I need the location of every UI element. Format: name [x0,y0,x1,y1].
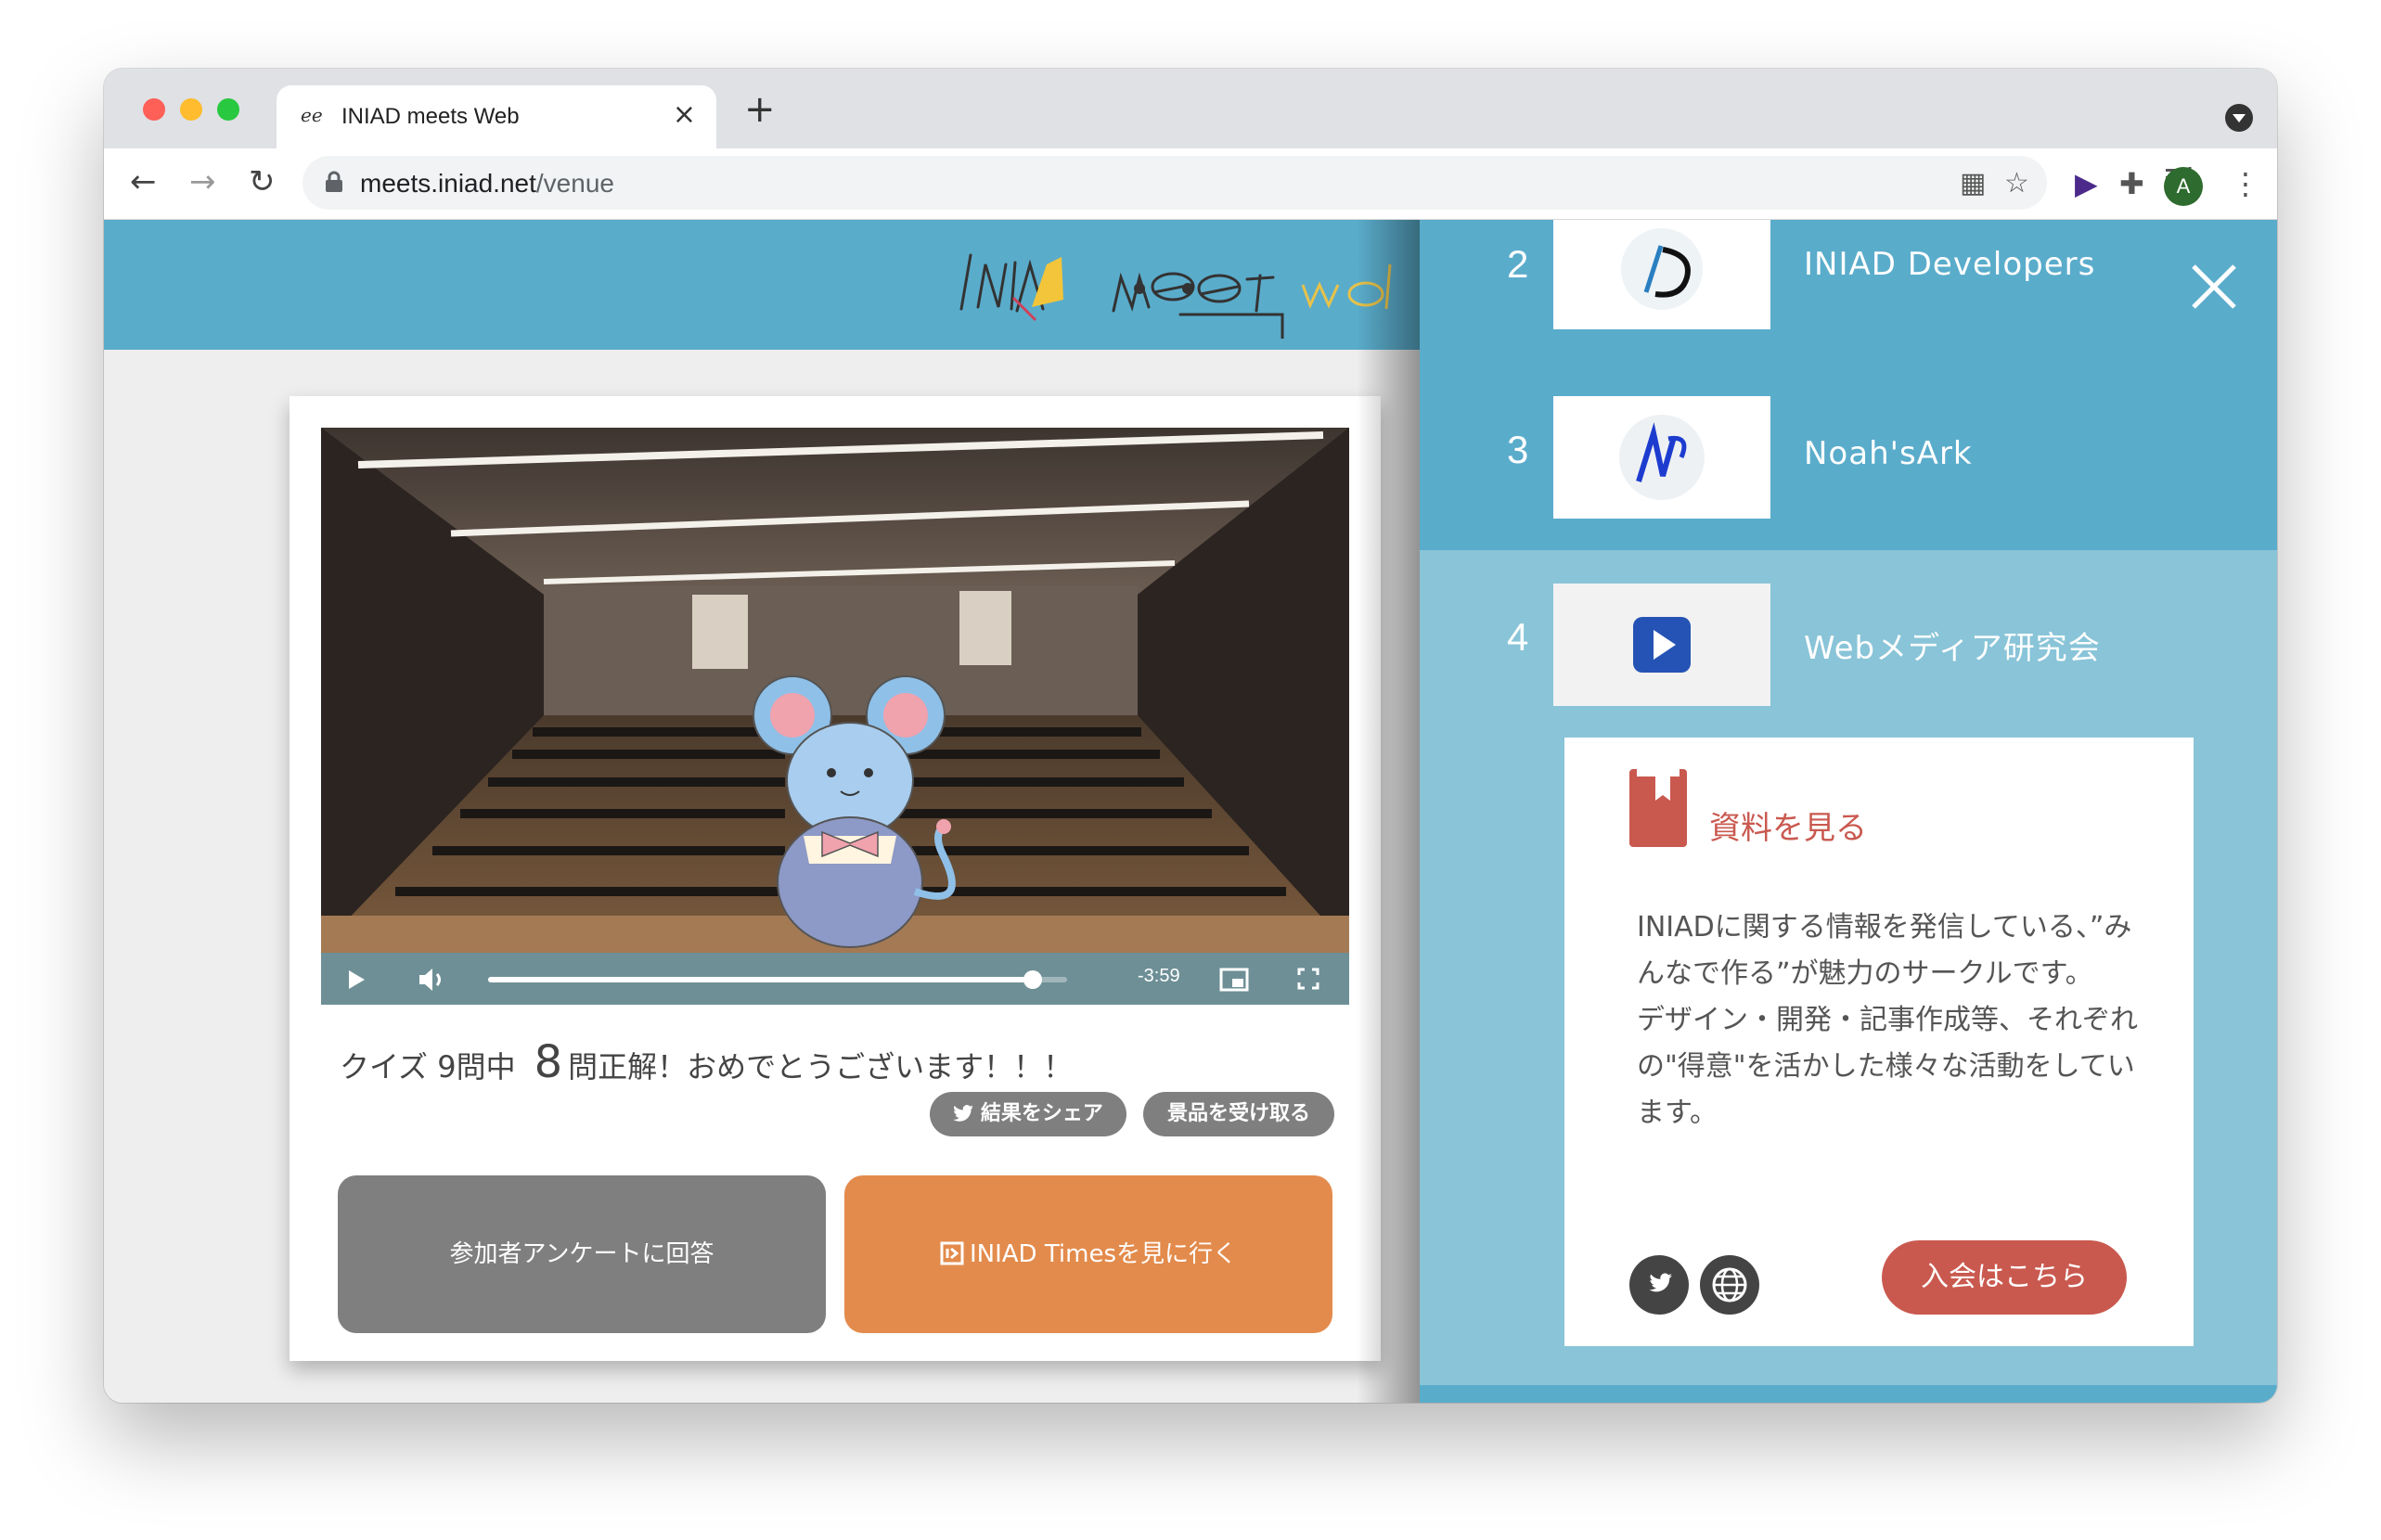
page-viewport: -3:59 クイズ 9問中 8 問正解！おめでとうございます！！！ 結果をシェア 景… [104,220,2277,1403]
close-icon[interactable] [2188,261,2240,313]
survey-button-label: 参加者アンケートに回答 [449,1240,714,1268]
share-result-button[interactable]: 結果をシェア [930,1092,1126,1136]
circle-description: INIADに関する情報を発信している、”みんなで作る”が魅力のサークルです。 デ… [1637,911,2138,1129]
tab-title: INIAD meets Web [341,104,520,129]
quiz-result: クイズ 9問中 8 問正解！おめでとうございます！！！ [340,1036,1073,1088]
list-item[interactable]: 2 INIAD Developers [1420,220,2277,331]
time-remaining: -3:59 [1138,966,1180,986]
browser-toolbar: ← → ↻ meets.iniad.net/venue ▦ ☆ ▶ ✚ A ⋮ [104,148,2277,220]
row-number: 3 [1507,428,1529,471]
venue-card: -3:59 クイズ 9問中 8 問正解！おめでとうございます！！！ 結果をシェア 景… [290,396,1381,1361]
iniad-times-logo-icon [940,1241,964,1265]
circle-detail-card: 資料を見る INIADに関する情報を発信している、”みんなで作る”が魅力のサーク… [1564,738,2194,1346]
row-number: 4 [1507,615,1529,659]
menu-kebab-icon[interactable]: ⋮ [2231,165,2260,202]
lock-icon [326,171,342,192]
url-text: meets.iniad.net/venue [360,169,614,198]
extensions-puzzle-icon[interactable]: ✚ [2119,165,2144,202]
video-progress-thumb[interactable] [1023,970,1042,989]
play-icon[interactable] [347,969,366,990]
circle-list-panel: 2 INIAD Developers 3 Noah'sArk 4 Webメディア… [1420,220,2277,1403]
tab-favicon-icon: ee [301,104,323,126]
video-progress-fill [488,977,1033,982]
tab-close-icon[interactable]: × [673,98,696,131]
bookmark-star-icon[interactable]: ☆ [2004,167,2029,199]
site-header [104,220,1422,350]
twitter-icon [1649,1273,1672,1292]
tab-strip: ee INIAD meets Web × + [104,69,2277,148]
list-item[interactable]: 3 Noah'sArk [1420,396,2277,519]
panel-bottom-band [1420,1387,2277,1403]
row-name: Noah'sArk [1804,435,1973,472]
book-icon [1629,769,1687,847]
picture-in-picture-icon[interactable] [1219,968,1249,992]
tab-iniad-meets-web[interactable]: ee INIAD meets Web × [277,85,716,148]
zoom-window-button[interactable] [217,98,239,121]
browser-window: ee INIAD meets Web × + ← → ↻ meets.iniad… [104,69,2277,1403]
iniad-times-button[interactable]: INIAD Timesを見に行く [844,1175,1332,1333]
web-media-logo [1553,584,1770,706]
noahsark-logo [1553,396,1770,519]
share-result-label: 結果をシェア [980,1102,1103,1125]
quiz-correct-count: 8 [534,1036,563,1088]
survey-button[interactable]: 参加者アンケートに回答 [338,1175,826,1333]
view-materials-link[interactable]: 資料を見る [1709,802,1867,848]
address-bar[interactable]: meets.iniad.net/venue ▦ ☆ [302,156,2047,210]
minimize-window-button[interactable] [180,98,202,121]
row-number: 2 [1507,242,1529,286]
iniad-developers-logo [1553,220,1770,329]
qr-code-icon[interactable]: ▦ [1960,167,1986,199]
iniad-times-label: INIAD Timesを見に行く [969,1240,1238,1268]
list-item-active[interactable]: 4 Webメディア研究会 [1420,584,2277,706]
close-window-button[interactable] [143,98,165,121]
claim-prize-label: 景品を受け取る [1166,1102,1310,1125]
claim-prize-button[interactable]: 景品を受け取る [1143,1092,1334,1136]
fullscreen-icon[interactable] [1297,968,1319,990]
video-controls: -3:59 [321,953,1349,1005]
back-icon[interactable]: ← [130,161,157,202]
extension-play-icon[interactable]: ▶ [2075,165,2098,202]
volume-icon[interactable] [418,968,445,992]
twitter-link[interactable] [1629,1255,1689,1315]
row-name: INIAD Developers [1804,246,2096,283]
new-tab-button[interactable]: + [744,91,776,128]
join-button[interactable]: 入会はこちら [1882,1240,2127,1315]
auditorium-scene [321,428,1349,953]
profile-avatar[interactable]: A [2164,167,2203,206]
row-name: Webメディア研究会 [1804,630,2101,667]
globe-icon [1712,1267,1747,1303]
quiz-prefix: クイズ 9問中 [340,1049,516,1084]
quiz-suffix: 問正解！おめでとうございます！！！ [568,1049,1074,1084]
reload-icon[interactable]: ↻ [249,161,276,202]
forward-icon[interactable]: → [189,161,216,202]
website-link[interactable] [1700,1255,1759,1315]
tab-search-icon[interactable] [2225,104,2253,132]
twitter-bird-icon [953,1105,973,1122]
venue-video-player[interactable]: -3:59 [321,428,1349,1005]
video-progress-bar[interactable] [488,970,1067,989]
